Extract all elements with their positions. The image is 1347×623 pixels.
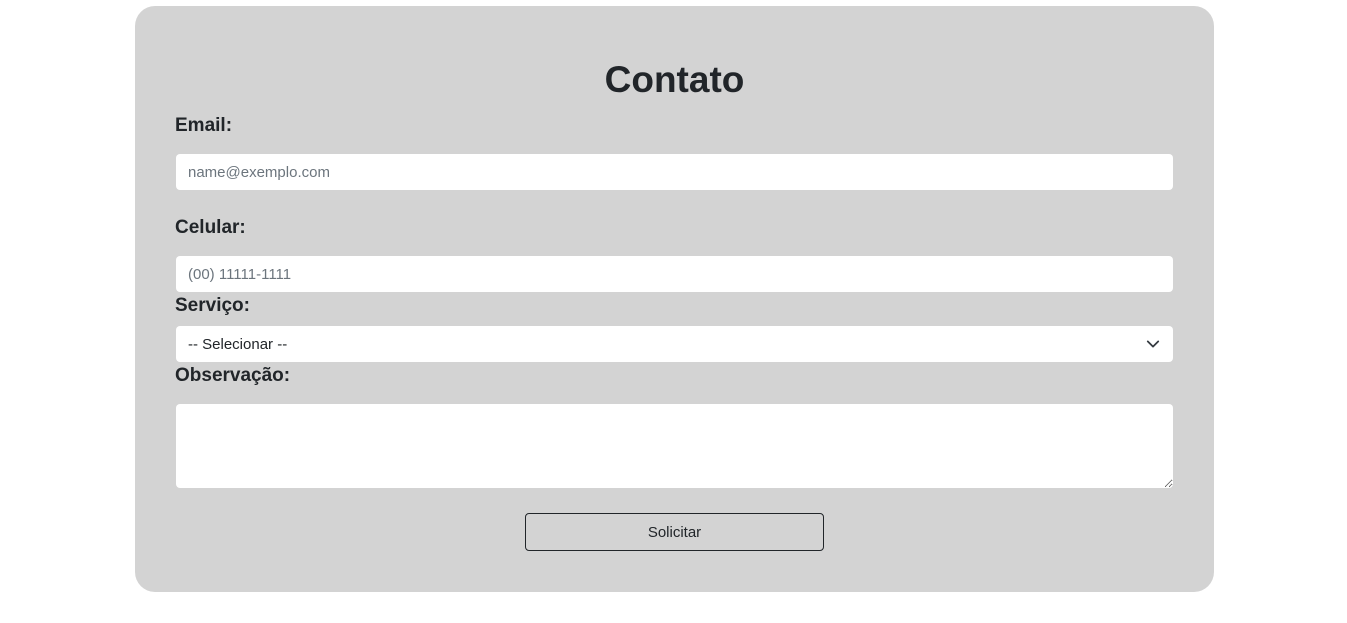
notes-label: Observação: — [175, 365, 291, 386]
phone-field[interactable] — [176, 256, 1173, 292]
email-field[interactable] — [176, 154, 1173, 190]
submit-button[interactable]: Solicitar — [525, 513, 824, 551]
chevron-down-icon — [1145, 336, 1161, 352]
email-label: Email: — [175, 115, 233, 136]
phone-label: Celular: — [175, 217, 246, 238]
page-title: Contato — [604, 59, 745, 100]
service-label: Serviço: — [175, 295, 250, 316]
notes-textarea[interactable] — [176, 404, 1173, 488]
service-select-value: -- Selecionar -- — [188, 335, 288, 353]
contact-form-card: Contato Email: Celular: Serviço: -- Sele… — [135, 6, 1214, 592]
service-select[interactable]: -- Selecionar -- — [176, 326, 1173, 362]
